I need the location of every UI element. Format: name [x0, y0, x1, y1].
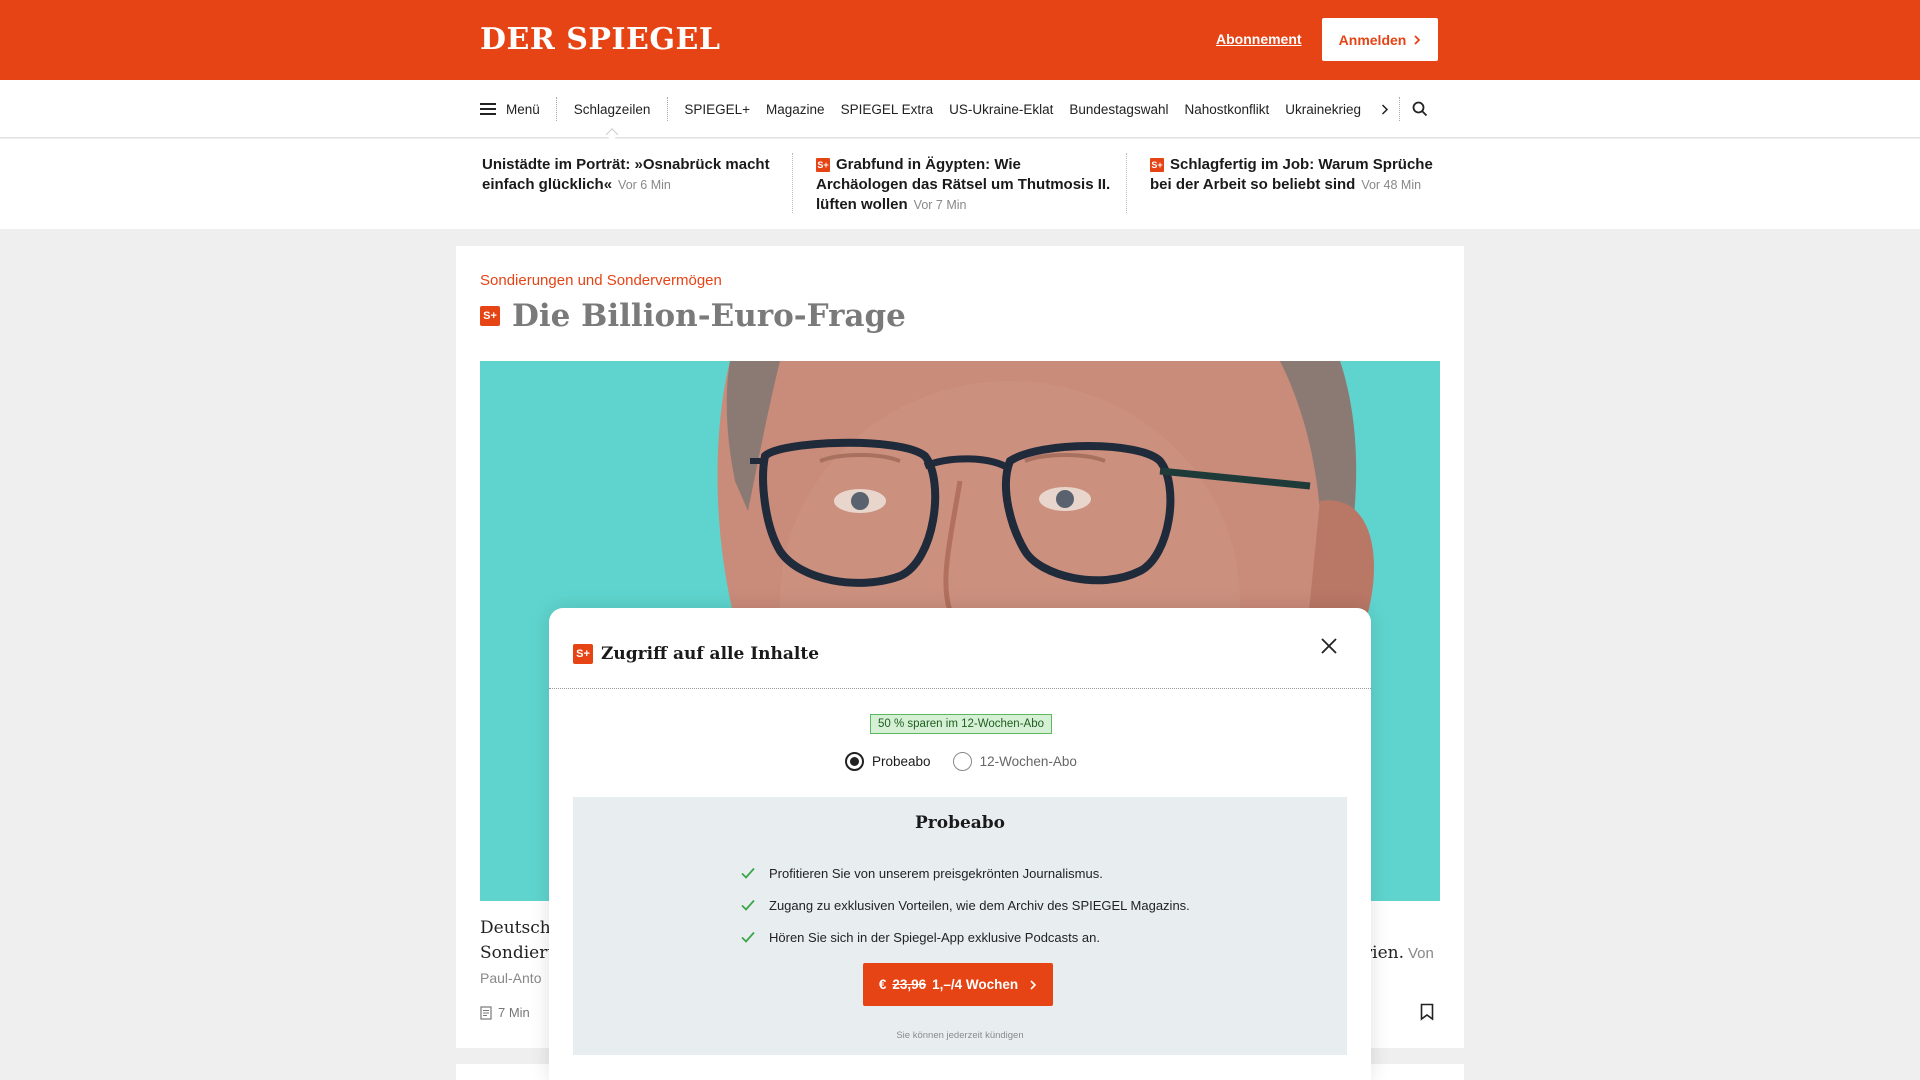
subscription-link[interactable]: Abonnement — [1216, 31, 1302, 47]
teaser-item[interactable]: S+ Schlagfertig im Job: Warum Sprüche bei… — [1150, 155, 1440, 195]
benefit-text: Hören Sie sich in der Spiegel-App exklus… — [769, 929, 1100, 945]
list-item: Profitieren Sie von unserem preisgekrönt… — [741, 857, 1190, 889]
chevron-right-icon — [1030, 979, 1037, 990]
article-lead-line: Deutschl — [480, 918, 557, 938]
teaser-time: Vor 6 Min — [618, 178, 671, 192]
list-item: Zugang zu exklusiven Vorteilen, wie dem … — [741, 889, 1190, 921]
checkmark-icon — [741, 931, 755, 943]
nav-item-ukrainekrieg[interactable]: Ukrainekrieg — [1277, 102, 1369, 117]
article-author[interactable]: Paul-Anto — [480, 970, 541, 986]
subscribe-button[interactable]: € 23,96 1,–/4 Wochen — [863, 963, 1053, 1006]
chevron-right-icon — [1381, 103, 1388, 115]
plan-option-label: 12-Wochen-Abo — [979, 754, 1077, 769]
menu-button[interactable]: Menü — [480, 97, 557, 121]
headline-teasers: Unistädte im Porträt: »Osnabrück macht e… — [0, 139, 1920, 229]
plan-option-12-wochen[interactable]: 12-Wochen-Abo — [952, 752, 1077, 771]
spiegel-plus-icon: S+ — [816, 158, 830, 172]
article-lead-tail: rien. Von — [1364, 943, 1434, 963]
article-headline-text: Die Billion-Euro-Frage — [512, 298, 906, 334]
modal-title: S+ Zugriff auf alle Inhalte — [573, 644, 819, 664]
cta-new-price: 1,–/4 Wochen — [932, 977, 1019, 992]
spiegel-logo[interactable]: DER SPIEGEL — [480, 22, 720, 57]
close-button[interactable] — [1319, 636, 1339, 656]
nav-scroll-right-button[interactable] — [1370, 97, 1400, 121]
list-item: Hören Sie sich in der Spiegel-App exklus… — [741, 921, 1190, 953]
paywall-modal: S+ Zugriff auf alle Inhalte 50 % sparen … — [549, 608, 1371, 1080]
checkmark-icon — [741, 867, 755, 879]
chevron-right-icon — [1414, 34, 1421, 45]
bookmark-icon — [1420, 1003, 1434, 1021]
close-icon — [1321, 638, 1337, 654]
article-by-label: Von — [1407, 945, 1434, 962]
teaser-time: Vor 48 Min — [1361, 178, 1422, 192]
plan-option-probeabo[interactable]: Probeabo — [845, 752, 931, 771]
search-button[interactable] — [1400, 101, 1440, 117]
offer-box: Probeabo Profitieren Sie von unserem pre… — [573, 797, 1347, 1055]
teaser-item[interactable]: S+ Grabfund in Ägypten: Wie Archäologen d… — [816, 155, 1116, 215]
article-lead[interactable]: Deutschl Sondieru — [480, 916, 558, 966]
teaser-time: Vor 7 Min — [913, 198, 967, 212]
login-button[interactable]: Anmelden — [1322, 18, 1438, 61]
teaser-divider — [1126, 153, 1127, 213]
benefit-list: Profitieren Sie von unserem preisgekrönt… — [741, 857, 1190, 953]
article-headline[interactable]: S+ Die Billion-Euro-Frage — [480, 298, 906, 334]
menu-label: Menü — [506, 101, 540, 117]
cancel-note: Sie können jederzeit kündigen — [896, 1030, 1024, 1041]
spiegel-plus-icon: S+ — [573, 644, 593, 664]
plan-option-label: Probeabo — [872, 754, 931, 769]
article-lead-line: Sondieru — [480, 943, 559, 963]
bookmark-button[interactable] — [1420, 1003, 1434, 1026]
teaser-item[interactable]: Unistädte im Porträt: »Osnabrück macht e… — [482, 155, 782, 195]
top-bar: DER SPIEGEL Abonnement Anmelden — [0, 0, 1920, 80]
nav-item-us-ukraine[interactable]: US-Ukraine-Eklat — [941, 102, 1061, 117]
cta-currency: € — [878, 977, 887, 992]
divider — [549, 688, 1371, 689]
checkmark-icon — [741, 899, 755, 911]
benefit-text: Zugang zu exklusiven Vorteilen, wie dem … — [769, 897, 1190, 913]
teaser-divider — [792, 153, 793, 213]
search-icon — [1412, 101, 1428, 117]
login-button-label: Anmelden — [1338, 31, 1407, 48]
radio-unselected-icon — [952, 752, 972, 771]
cta-old-price: 23,96 — [892, 977, 927, 992]
nav-item-bundestagswahl[interactable]: Bundestagswahl — [1061, 102, 1176, 117]
spiegel-plus-icon: S+ — [1150, 158, 1164, 172]
document-icon — [480, 1005, 492, 1020]
savings-badge: 50 % sparen im 12-Wochen-Abo — [870, 714, 1052, 734]
nav-item-nahostkonflikt[interactable]: Nahostkonflikt — [1176, 102, 1277, 117]
spiegel-plus-icon: S+ — [480, 306, 500, 326]
offer-title: Probeabo — [914, 813, 1006, 833]
benefit-text: Profitieren Sie von unserem preisgekrönt… — [769, 865, 1103, 881]
radio-selected-icon — [845, 752, 864, 771]
hamburger-icon — [480, 103, 496, 115]
read-time-label: 7 Min — [498, 1005, 530, 1020]
plan-selector: Probeabo 12-Wochen-Abo — [845, 752, 1077, 771]
modal-title-text: Zugriff auf alle Inhalte — [601, 644, 820, 664]
nav-item-spiegel-plus[interactable]: SPIEGEL+ — [676, 102, 758, 117]
main-nav: Menü Schlagzeilen SPIEGEL+ Magazine SPIE… — [0, 80, 1920, 138]
article-kicker[interactable]: Sondierungen und Sondervermögen — [480, 272, 722, 289]
nav-item-spiegel-extra[interactable]: SPIEGEL Extra — [833, 102, 942, 117]
read-time: 7 Min — [480, 1005, 530, 1020]
nav-item-magazine[interactable]: Magazine — [758, 102, 833, 117]
nav-item-schlagzeilen[interactable]: Schlagzeilen — [557, 97, 669, 121]
